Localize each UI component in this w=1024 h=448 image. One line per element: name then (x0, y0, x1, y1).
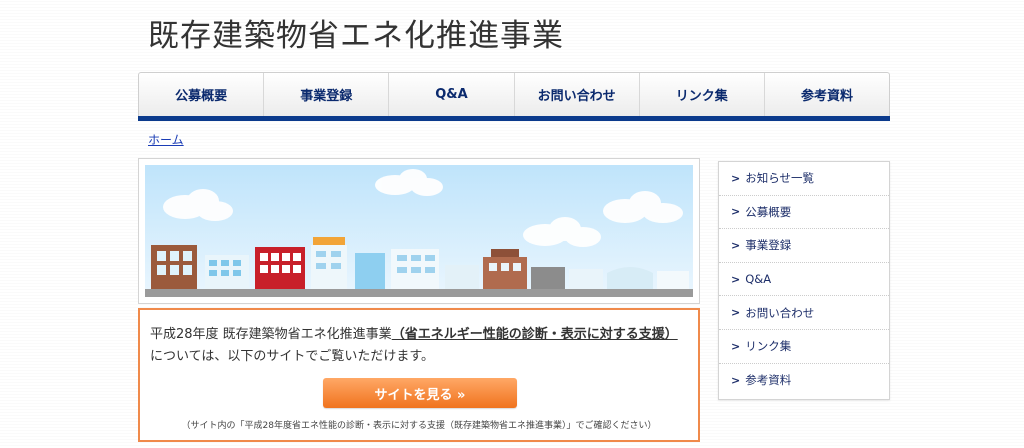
cityscape-image (145, 169, 693, 297)
side-item-label: 事業登録 (745, 238, 792, 253)
side-item-label: 参考資料 (745, 373, 792, 388)
side-item-overview[interactable]: > 公募概要 (719, 196, 889, 230)
view-site-button[interactable]: サイトを見る » (323, 378, 517, 408)
side-item-links[interactable]: > リンク集 (719, 330, 889, 364)
breadcrumb-home-link[interactable]: ホーム (148, 133, 184, 147)
chevron-right-icon: > (731, 205, 741, 219)
side-item-registration[interactable]: > 事業登録 (719, 229, 889, 263)
chevron-right-icon: > (731, 306, 741, 320)
nav-item-qa[interactable]: Q&A (388, 73, 513, 116)
side-item-label: Q&A (745, 272, 772, 287)
side-item-qa[interactable]: > Q&A (719, 263, 889, 297)
notice-text-pre: 平成28年度 既存建築物省エネ化推進事業 (150, 327, 392, 342)
chevron-right-icon: > (731, 373, 741, 387)
side-item-news[interactable]: > お知らせ一覧 (719, 162, 889, 196)
hero-banner (138, 158, 700, 304)
notice-box: 平成28年度 既存建築物省エネ化推進事業（省エネルギー性能の診断・表示に対する支… (138, 308, 700, 442)
chevron-right-icon: > (731, 171, 741, 185)
side-item-contact[interactable]: > お問い合わせ (719, 296, 889, 330)
notice-note: （サイト内の「平成28年度省エネ性能の診断・表示に対する支援（既存建築物省エネ推… (181, 421, 657, 431)
nav-item-links[interactable]: リンク集 (638, 73, 764, 116)
notice-text-post: については、以下のサイトでご覧いただけます。 (150, 349, 435, 364)
side-item-references[interactable]: > 参考資料 (719, 364, 889, 398)
side-item-label: お知らせ一覧 (745, 171, 814, 186)
cityscape-illustration (145, 165, 693, 297)
side-item-label: 公募概要 (745, 204, 792, 219)
notice-support-link[interactable]: （省エネルギー性能の診断・表示に対する支援） (392, 327, 678, 342)
nav-item-references[interactable]: 参考資料 (763, 73, 889, 116)
chevron-right-icon: > (731, 238, 741, 252)
chevron-right-icon: > (731, 272, 741, 286)
nav-item-overview[interactable]: 公募概要 (139, 73, 263, 116)
side-item-label: お問い合わせ (745, 305, 815, 320)
nav-item-contact[interactable]: お問い合わせ (513, 73, 639, 116)
nav-item-registration[interactable]: 事業登録 (263, 73, 388, 116)
notice-text: 平成28年度 既存建築物省エネ化推進事業（省エネルギー性能の診断・表示に対する支… (150, 324, 690, 368)
breadcrumb: ホーム (148, 131, 184, 148)
chevron-right-icon: > (731, 339, 741, 353)
site-title: 既存建築物省エネ化推進事業 (148, 18, 564, 54)
side-item-label: リンク集 (745, 339, 792, 354)
side-nav: > お知らせ一覧 > 公募概要 > 事業登録 > Q&A > お問い合わせ > リンク集 >… (718, 161, 890, 400)
global-nav: 公募概要 事業登録 Q&A お問い合わせ リンク集 参考資料 (138, 72, 890, 121)
